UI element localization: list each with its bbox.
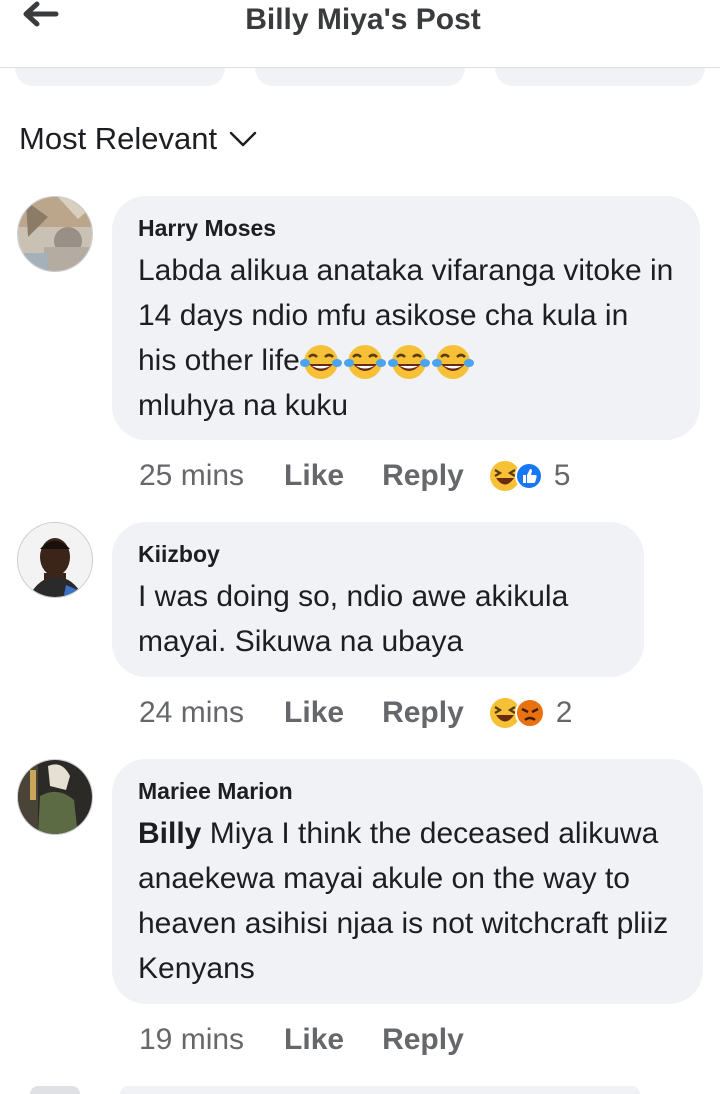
- comment-actions: 24 mins Like Reply 2: [139, 693, 572, 733]
- comment-time[interactable]: 24 mins: [139, 696, 244, 730]
- comment-text: Labda alikua anataka vifaranga vitoke in…: [138, 248, 674, 428]
- comment-actions: 25 mins Like Reply 5: [139, 456, 570, 496]
- sort-dropdown[interactable]: Most Relevant: [19, 117, 257, 161]
- reaction-count: 5: [553, 459, 571, 492]
- comment-text: I was doing so, ndio awe akikula mayai. …: [138, 580, 569, 658]
- reply-button[interactable]: Reply: [382, 696, 464, 730]
- comment-bubble: Mariee Marion Billy Miya I think the dec…: [112, 759, 703, 1004]
- comment-text: Billy Miya I think the deceased alikuwa …: [138, 811, 677, 991]
- reaction-count: 2: [555, 696, 573, 729]
- avatar[interactable]: [17, 522, 93, 598]
- app-header: Billy Miya's Post: [0, 0, 720, 68]
- like-reaction-icon: [514, 462, 543, 490]
- comment-actions: 19 mins Like Reply: [139, 1020, 502, 1060]
- comment-author[interactable]: Harry Moses: [138, 214, 674, 242]
- like-button[interactable]: Like: [284, 1023, 344, 1057]
- next-comment-peek: [0, 1082, 720, 1094]
- avatar-photo: [18, 197, 92, 271]
- reaction-summary[interactable]: 2: [488, 696, 573, 730]
- comment-text-body: Miya I think the deceased alikuwa anaeke…: [138, 817, 669, 985]
- mention-link[interactable]: Billy: [138, 817, 201, 850]
- like-button[interactable]: Like: [284, 696, 344, 730]
- comment-author[interactable]: Kiizboy: [138, 540, 618, 568]
- comment-bubble: Kiizboy I was doing so, ndio awe akikula…: [112, 522, 644, 677]
- sort-label: Most Relevant: [19, 121, 218, 156]
- next-bubble-peek: [120, 1086, 640, 1094]
- avatar-photo: [18, 523, 92, 597]
- reply-button[interactable]: Reply: [382, 459, 464, 493]
- comment-bubble: Harry Moses Labda alikua anataka vifaran…: [112, 196, 700, 440]
- comment-author[interactable]: Mariee Marion: [138, 777, 677, 805]
- avatar[interactable]: [17, 196, 93, 272]
- angry-reaction-icon: [514, 698, 545, 728]
- tears-of-joy-icon: [431, 345, 474, 380]
- reaction-summary[interactable]: 5: [488, 459, 571, 493]
- chevron-down-icon: [229, 131, 257, 147]
- avatar-photo: [18, 760, 92, 834]
- tears-of-joy-icon: [387, 345, 430, 380]
- tears-of-joy-icon: [299, 345, 342, 380]
- tears-of-joy-icon: [343, 345, 386, 380]
- comment-text-part: mluhya na kuku: [138, 389, 349, 422]
- comment-time[interactable]: 25 mins: [139, 459, 244, 493]
- avatar[interactable]: [17, 759, 93, 835]
- page-title: Billy Miya's Post: [245, 3, 481, 36]
- emoji-group: [299, 343, 474, 381]
- reply-button[interactable]: Reply: [382, 1023, 464, 1057]
- next-avatar-peek: [30, 1086, 80, 1094]
- like-button[interactable]: Like: [284, 459, 344, 493]
- comment-time[interactable]: 19 mins: [139, 1023, 244, 1057]
